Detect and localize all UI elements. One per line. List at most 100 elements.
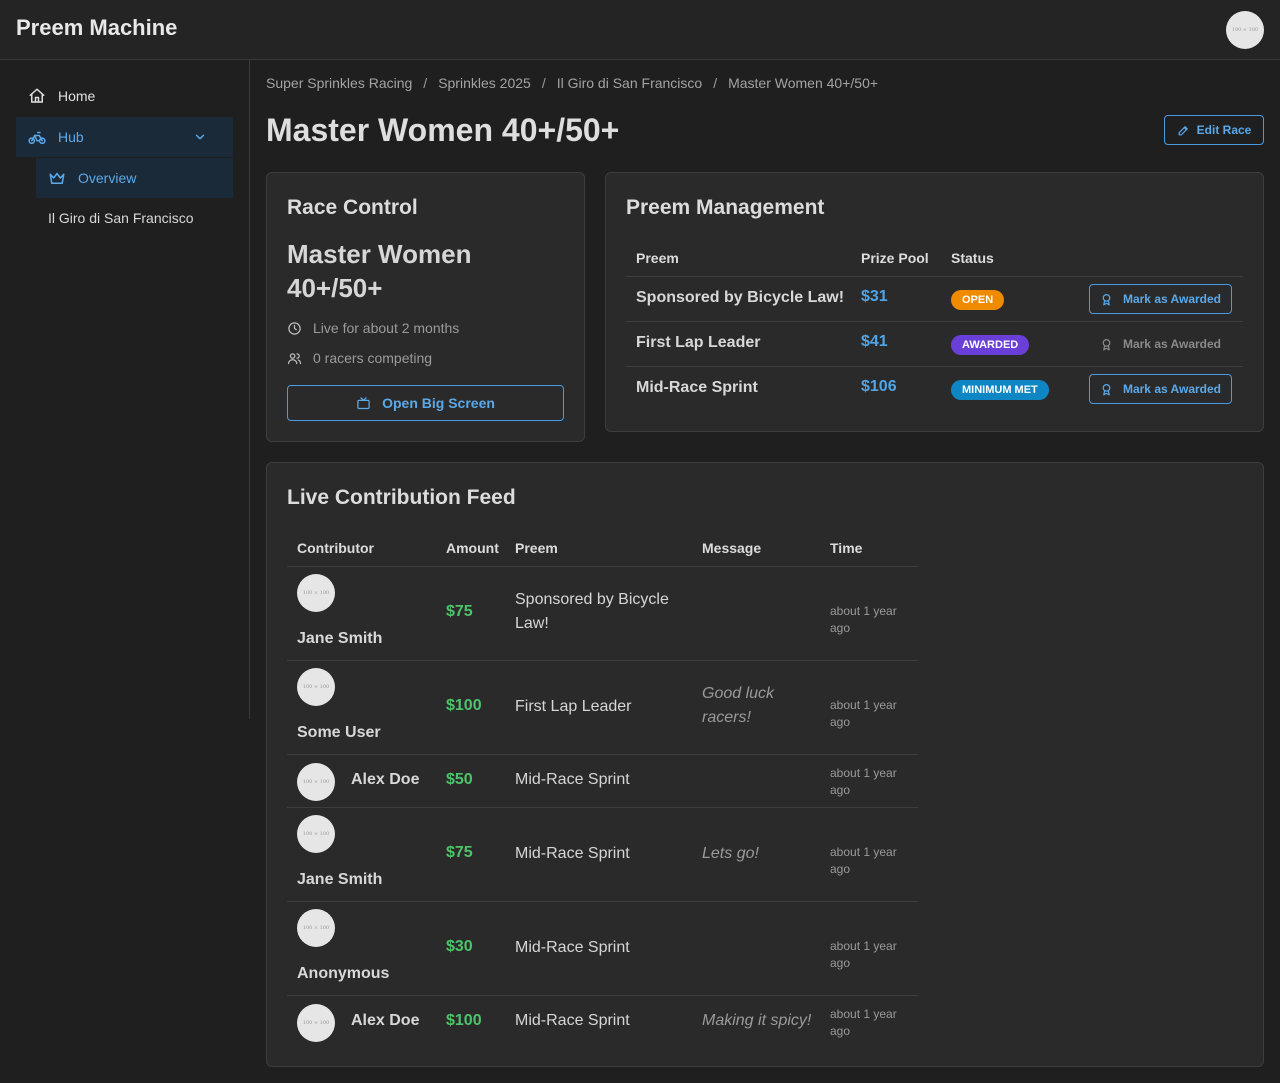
status-badge: OPEN (951, 290, 1005, 310)
open-big-screen-button[interactable]: Open Big Screen (287, 385, 564, 421)
breadcrumb-item[interactable]: Super Sprinkles Racing (266, 75, 412, 91)
contributor-name: Jane Smith (297, 630, 383, 647)
mark-awarded-label: Mark as Awarded (1122, 382, 1222, 396)
contribution-time: about 1 year ago (830, 766, 897, 797)
contribution-message: Lets go! (702, 845, 759, 862)
contribution-time: about 1 year ago (830, 939, 897, 970)
column-header: Preem (636, 250, 679, 266)
preem-name: First Lap Leader (636, 334, 761, 351)
pencil-icon (1178, 125, 1188, 135)
status-badge: AWARDED (951, 335, 1030, 355)
contribution-amount: $30 (446, 938, 473, 955)
avatar: 100 × 100 (297, 909, 335, 947)
preem-name: Sponsored by Bicycle Law! (636, 289, 845, 306)
column-header: Status (951, 250, 994, 266)
sidebar-item-label: Hub (58, 129, 84, 145)
top-bar: Preem Machine 100 × 100 (0, 0, 1280, 60)
contributor-name: Anonymous (297, 965, 390, 982)
breadcrumb-item[interactable]: Sprinkles 2025 (438, 75, 531, 91)
prize-pool: $106 (861, 378, 897, 395)
tv-icon (357, 396, 370, 409)
table-row: Mid-Race Sprint $106 MINIMUM MET Mark as… (626, 367, 1243, 412)
avatar: 100 × 100 (297, 1004, 335, 1042)
breadcrumb: Super Sprinkles Racing / Sprinkles 2025 … (266, 75, 878, 91)
contribution-amount: $100 (446, 697, 482, 714)
contributor-name: Alex Doe (351, 771, 420, 788)
app-title[interactable]: Preem Machine (16, 15, 177, 41)
preem-management-title: Preem Management (626, 196, 825, 219)
open-big-screen-label: Open Big Screen (382, 395, 495, 411)
contribution-amount: $100 (446, 1012, 482, 1029)
clock-icon (288, 321, 301, 335)
sidebar: Home Hub Overview Il Giro di San Francis… (0, 60, 250, 719)
contributor-name: Some User (297, 724, 381, 741)
column-header: Time (830, 540, 863, 556)
sidebar-item-label: Home (58, 88, 96, 104)
contribution-time: about 1 year ago (830, 604, 897, 635)
prize-pool: $41 (861, 333, 888, 350)
race-control-card: Race Control Master Women 40+/50+ Live f… (266, 172, 585, 442)
contribution-preem: First Lap Leader (515, 698, 632, 715)
avatar: 100 × 100 (297, 763, 335, 801)
edit-race-button[interactable]: Edit Race (1164, 115, 1264, 145)
award-icon (1102, 383, 1111, 396)
contribution-amount: $50 (446, 771, 473, 788)
table-row: 100 × 100 Some User $100 First Lap Leade… (287, 661, 918, 755)
contributor-name: Alex Doe (351, 1012, 420, 1029)
table-row: 100 × 100 Jane Smith $75 Sponsored by Bi… (287, 567, 918, 661)
avatar: 100 × 100 (297, 574, 335, 612)
chevron-down-icon[interactable] (193, 130, 207, 144)
live-duration-text: Live for about 2 months (313, 320, 460, 336)
contribution-message: Good luck racers! (702, 685, 775, 726)
race-control-title: Race Control (287, 196, 418, 219)
contribution-feed-title: Live Contribution Feed (287, 486, 516, 509)
contribution-message: Making it spicy! (702, 1012, 812, 1029)
contribution-feed-card: Live Contribution Feed Contributor Amoun… (266, 462, 1264, 1067)
contribution-preem: Mid-Race Sprint (515, 1012, 630, 1029)
avatar: 100 × 100 (297, 815, 335, 853)
race-name: Master Women 40+/50+ (287, 239, 472, 303)
column-header: Contributor (297, 540, 374, 556)
preem-management-card: Preem Management Preem Prize Pool Status… (605, 172, 1264, 432)
table-row: Sponsored by Bicycle Law! $31 OPEN Mark … (626, 277, 1243, 322)
sidebar-item-overview[interactable]: Overview (36, 158, 233, 198)
table-row: 100 × 100 Alex Doe $50 Mid-Race Sprint a… (287, 755, 918, 808)
contribution-table: Contributor Amount Preem Message Time 10… (287, 529, 918, 1049)
sidebar-item-hub[interactable]: Hub (16, 117, 233, 157)
mark-awarded-label: Mark as Awarded (1122, 292, 1222, 306)
table-header: Contributor Amount Preem Message Time (287, 529, 918, 567)
sidebar-item-label: Il Giro di San Francisco (48, 210, 194, 226)
page-title: Master Women 40+/50+ (266, 112, 620, 148)
sidebar-item-race[interactable]: Il Giro di San Francisco (36, 198, 233, 238)
breadcrumb-item: Master Women 40+/50+ (728, 75, 879, 91)
contribution-time: about 1 year ago (830, 845, 897, 876)
preem-name: Mid-Race Sprint (636, 379, 758, 396)
column-header: Prize Pool (861, 250, 929, 266)
table-row: 100 × 100 Alex Doe $100 Mid-Race Sprint … (287, 996, 918, 1049)
contribution-preem: Sponsored by Bicycle Law! (515, 591, 669, 632)
award-icon (1102, 293, 1111, 306)
contribution-preem: Mid-Race Sprint (515, 939, 630, 956)
contribution-amount: $75 (446, 844, 473, 861)
contribution-preem: Mid-Race Sprint (515, 845, 630, 862)
contribution-amount: $75 (446, 603, 473, 620)
live-duration: Live for about 2 months (287, 320, 459, 336)
crown-icon (49, 172, 65, 184)
table-row: First Lap Leader $41 AWARDED Mark as Awa… (626, 322, 1243, 367)
table-row: 100 × 100 Anonymous $30 Mid-Race Sprint … (287, 902, 918, 996)
breadcrumb-separator: / (541, 75, 546, 91)
award-icon (1102, 338, 1111, 351)
racer-count: 0 racers competing (287, 350, 432, 366)
home-icon (29, 88, 45, 103)
prize-pool: $31 (861, 288, 888, 305)
column-header: Preem (515, 540, 558, 556)
user-avatar[interactable]: 100 × 100 (1226, 11, 1264, 49)
mark-awarded-button[interactable]: Mark as Awarded (1089, 284, 1232, 314)
sidebar-item-home[interactable]: Home (16, 76, 233, 116)
breadcrumb-item[interactable]: Il Giro di San Francisco (557, 75, 703, 91)
mark-awarded-button[interactable]: Mark as Awarded (1089, 374, 1232, 404)
mark-awarded-label: Mark as Awarded (1122, 337, 1222, 351)
avatar: 100 × 100 (297, 668, 335, 706)
table-row: 100 × 100 Jane Smith $75 Mid-Race Sprint… (287, 808, 918, 902)
contributor-name: Jane Smith (297, 871, 383, 888)
